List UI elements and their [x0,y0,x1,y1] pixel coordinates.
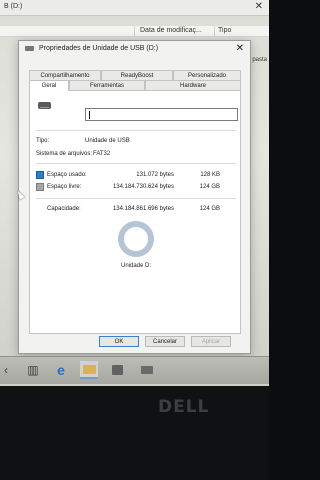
tab-personalizado[interactable]: Personalizado [173,70,241,80]
type-value: Unidade de USB [85,138,130,144]
column-type[interactable]: Tipo [218,27,231,34]
usb-drive-icon [38,102,51,109]
used-space-swatch [36,171,44,179]
back-arrow-icon[interactable]: ‹ [0,361,12,379]
store-icon[interactable] [108,361,126,379]
divider [36,198,236,199]
filesystem-label: Sistema de arquivos: [36,151,93,157]
explorer-title: B (D:) [4,3,23,10]
column-separator [134,26,135,37]
tab-readyboost[interactable]: ReadyBoost [101,70,173,80]
monitor-bezel [0,386,269,480]
divider [36,130,236,131]
column-date-modified[interactable]: Data de modificaç... [140,27,202,34]
explorer-column-header: Data de modificaç... Tipo [0,26,269,37]
free-space-swatch [36,183,44,191]
capacity-label: Capacidade: [47,206,81,212]
tab-compartilhamento[interactable]: Compartilhamento [29,70,101,80]
dell-logo: DELL [158,397,210,417]
dialog-titlebar[interactable]: Propriedades de Unidade de USB (D:) ✕ [19,41,250,57]
usb-drive-icon [25,46,34,51]
filesystem-value: FAT32 [93,151,111,157]
explorer-titlebar: B (D:) ✕ [0,0,269,16]
general-tab-panel: Tipo: Unidade de USB Sistema de arquivos… [29,90,241,334]
free-space-short: 124 GB [199,184,220,190]
ok-button[interactable]: OK [99,336,139,347]
usb-drive-icon[interactable] [138,361,156,379]
free-space-label: Espaço livre: [47,184,82,190]
close-icon[interactable]: ✕ [236,43,244,54]
explorer-row-type-text: pasta [252,57,267,63]
drive-letter-label: Unidade D: [120,263,152,269]
divider [36,163,236,164]
cancel-button[interactable]: Cancelar [145,336,185,347]
capacity-bytes: 134.184.861.696 bytes [112,206,174,212]
disk-usage-donut-chart [118,221,154,257]
used-space-label: Espaço usado: [47,172,87,178]
apply-button[interactable]: Aplicar [191,336,231,347]
screen: B (D:) ✕ Data de modificaç... Tipo pasta… [0,0,269,386]
free-space-bytes: 134.184.730.624 bytes [112,184,174,190]
drive-name-input[interactable] [85,108,238,121]
taskbar: ‹ ▥ e [0,356,269,384]
column-separator [214,26,215,37]
tab-ferramentas[interactable]: Ferramentas [69,80,145,90]
used-space-short: 128 KB [200,172,220,178]
task-view-icon[interactable]: ▥ [24,361,42,379]
explorer-close-icon[interactable]: ✕ [255,1,263,12]
used-space-bytes: 131.072 bytes [136,172,174,178]
capacity-short: 124 GB [199,206,220,212]
edge-icon[interactable]: e [52,361,70,379]
tab-geral[interactable]: Geral [29,80,69,91]
type-label: Tipo: [36,138,50,144]
file-explorer-icon[interactable] [80,361,98,379]
text-caret [89,111,90,119]
properties-dialog: Propriedades de Unidade de USB (D:) ✕ Co… [18,40,251,354]
tab-hardware[interactable]: Hardware [145,80,241,90]
dialog-title: Propriedades de Unidade de USB (D:) [39,45,159,52]
